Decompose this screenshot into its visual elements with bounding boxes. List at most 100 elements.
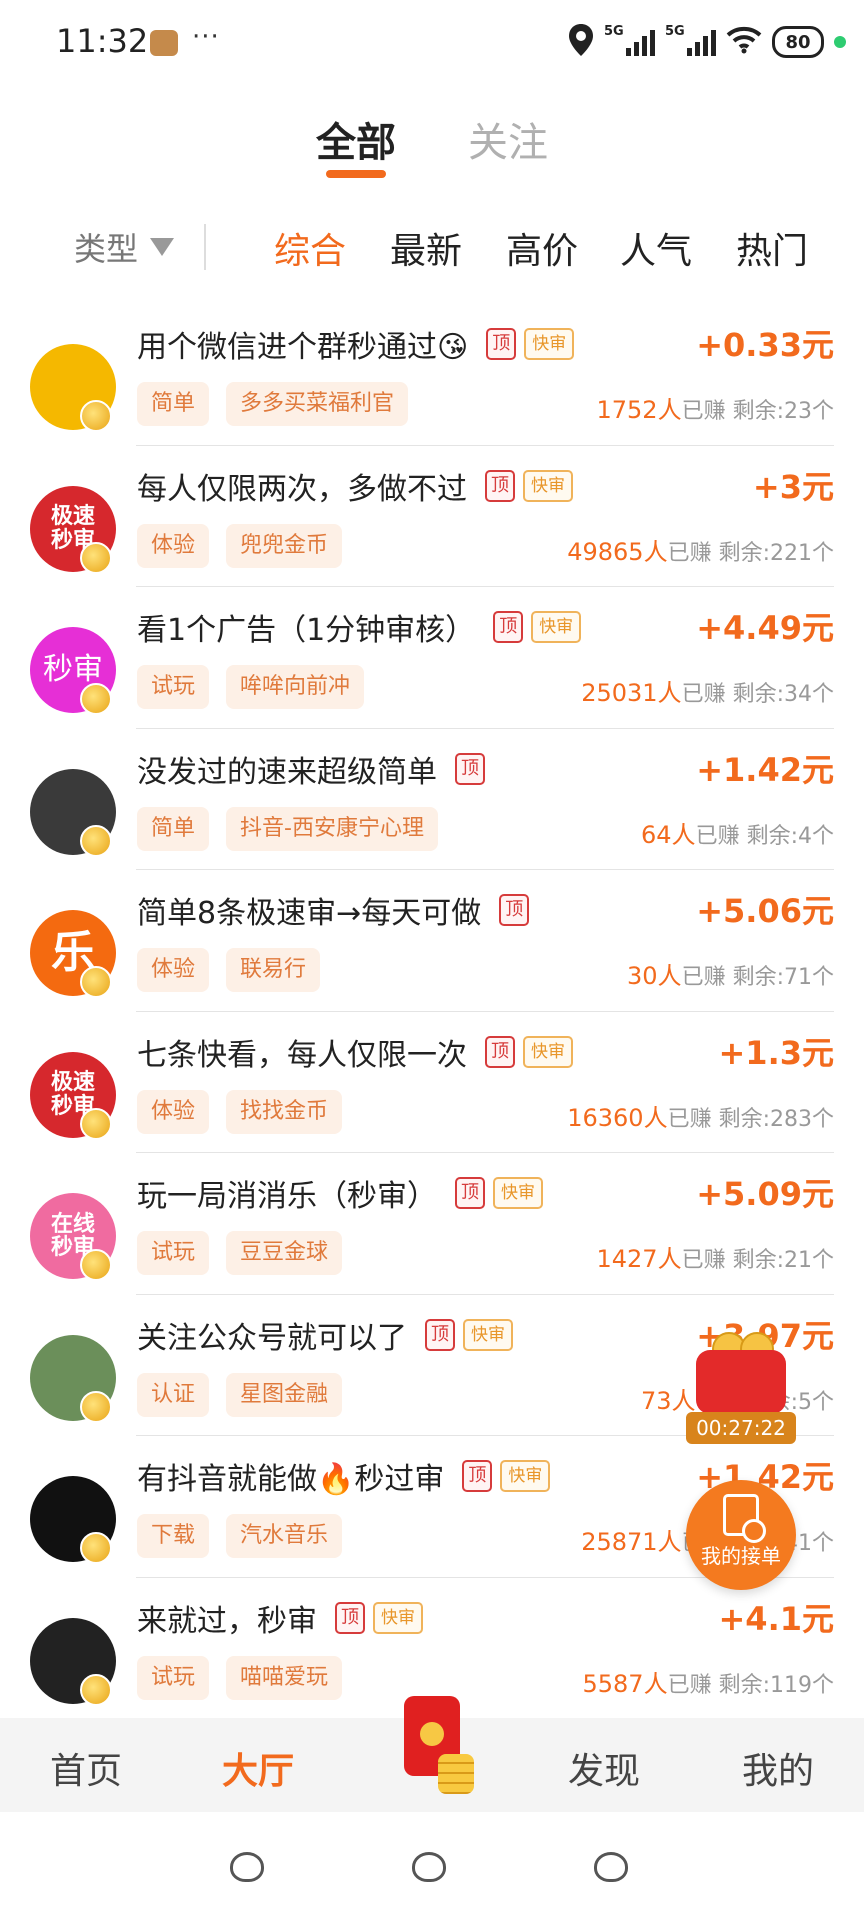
sort-latest[interactable]: 最新	[390, 222, 462, 274]
fast-review-tag: 快审	[523, 469, 573, 502]
remaining-count: 剩余:71个	[732, 965, 834, 990]
sort-high-price[interactable]: 高价	[506, 222, 578, 274]
task-row[interactable]: 乐简单8条极速审→每天可做顶 +5.06元 体验 联易行 30人已赚 剩余:71个	[0, 870, 864, 1012]
task-reward: +4.1元	[718, 1599, 834, 1638]
avatar-text: 秒审	[43, 652, 103, 688]
my-orders-button[interactable]: 我的接单	[686, 1480, 796, 1590]
merchant-chip: 豆豆金球	[226, 1231, 343, 1275]
tab-following[interactable]: 关注	[468, 110, 548, 168]
task-row[interactable]: 秒审 看1个广告（1分钟审核） 顶快审 +4.49元 试玩 哞哞向前冲 25031人已赚 剩…	[0, 587, 864, 729]
fast-review-tag: 快审	[500, 1460, 551, 1492]
order-document-icon	[723, 1494, 766, 1543]
status-bar: 11:32 ··· 5G 5G 80	[0, 0, 864, 88]
filter-bar: 类型 综合 最新 高价 人气 热门	[0, 216, 864, 278]
top-tag: 顶	[486, 328, 517, 360]
task-reward: +5.06元	[696, 892, 834, 930]
countdown-timer: 00:27:22	[686, 1412, 796, 1444]
merchant-chip: 汽水音乐	[226, 1514, 343, 1558]
remaining-count: 剩余:34个	[732, 682, 834, 707]
nav-mine[interactable]: 我的	[742, 1742, 814, 1794]
earned-label: 已赚	[681, 965, 726, 990]
task-row[interactable]: 极速秒审 七条快看，每人仅限一次顶快审 +1.3元 体验 找找金币 16360人已赚 剩余…	[0, 1012, 864, 1153]
merchant-chip: 找找金币	[226, 1089, 343, 1134]
task-stats: 1427人已赚 剩余:21个	[596, 1239, 834, 1274]
bottom-nav: 首页 大厅 发现 我的	[0, 1696, 864, 1812]
task-reward: +3元	[752, 467, 834, 506]
verified-badge-icon	[80, 1249, 112, 1281]
task-reward: +4.49元	[696, 609, 834, 647]
task-title: 没发过的速来超级简单	[137, 754, 437, 790]
earned-label: 已赚	[681, 682, 726, 707]
type-filter-label: 类型	[74, 230, 139, 268]
category-chip: 试玩	[137, 1655, 210, 1700]
category-chip: 体验	[137, 1089, 210, 1134]
earned-count: 73人	[641, 1386, 696, 1415]
system-app-icon-2[interactable]	[412, 1852, 446, 1882]
top-tabs: 全部 关注	[0, 110, 864, 190]
task-reward: +1.3元	[718, 1033, 834, 1072]
task-stats: 1752人已赚 剩余:23个	[596, 390, 834, 425]
task-title: 有抖音就能做🔥秒过审	[137, 1462, 445, 1497]
task-row[interactable]: 没发过的速来超级简单顶 +1.42元 简单 抖音-西安康宁心理 64人已赚 剩余:4个	[0, 729, 864, 870]
sort-popularity[interactable]: 人气	[620, 222, 692, 274]
fast-review-tag: 快审	[524, 328, 575, 360]
top-tag: 顶	[462, 1460, 493, 1492]
top-tag: 顶	[493, 611, 524, 643]
task-row[interactable]: 极速秒审 每人仅限两次，多做不过顶快审 +3元 体验 兜兜金币 49865人已赚 剩余:2…	[0, 446, 864, 587]
type-filter-dropdown[interactable]: 类型	[74, 224, 175, 270]
signal-icon: 5G	[604, 24, 655, 56]
nav-discover[interactable]: 发现	[568, 1742, 640, 1794]
category-chip: 体验	[137, 948, 210, 992]
remaining-count: 剩余:283个	[718, 1106, 834, 1132]
verified-badge-icon	[80, 1107, 112, 1140]
task-reward: +5.09元	[696, 1175, 834, 1213]
top-tag: 顶	[455, 1177, 485, 1209]
fast-review-tag: 快审	[373, 1601, 423, 1634]
task-title: 关注公众号就可以了	[137, 1320, 407, 1356]
merchant-chip: 兜兜金币	[226, 523, 343, 568]
nav-home[interactable]: 首页	[50, 1742, 122, 1794]
verified-badge-icon	[80, 400, 112, 432]
task-stats: 16360人已赚 剩余:283个	[567, 1098, 834, 1133]
my-orders-label: 我的接单	[701, 1544, 781, 1568]
sort-comprehensive[interactable]: 综合	[274, 222, 346, 274]
earned-count: 64人	[641, 820, 696, 849]
earned-label: 已赚	[667, 1672, 712, 1698]
top-tag: 顶	[425, 1318, 455, 1351]
top-tag: 顶	[485, 469, 515, 502]
earned-count: 1752人	[596, 396, 682, 424]
task-title: 每人仅限两次，多做不过	[137, 471, 467, 507]
remaining-count: 剩余:221个	[718, 540, 834, 566]
task-row[interactable]: 在线秒审 玩一局消消乐（秒审）顶快审 +5.09元 试玩 豆豆金球 1427人已赚 剩余:…	[0, 1153, 864, 1295]
indicator-dot	[834, 36, 846, 48]
task-row[interactable]: 用个微信进个群秒通过😘 顶快审 +0.33元 简单 多多买菜福利官 1752人已赚 剩余:…	[0, 304, 864, 446]
red-bag-icon	[696, 1350, 786, 1414]
earned-label: 已赚	[667, 540, 712, 566]
task-title: 看1个广告（1分钟审核）	[137, 613, 476, 648]
remaining-count: 剩余:4个	[746, 823, 834, 849]
task-reward: +0.33元	[696, 326, 834, 364]
remaining-count: 剩余:23个	[732, 399, 834, 424]
system-app-icon-1[interactable]	[230, 1852, 264, 1882]
fast-review-tag: 快审	[463, 1318, 513, 1351]
merchant-chip: 星图金融	[226, 1372, 343, 1417]
caret-down-icon	[150, 238, 175, 256]
earned-count: 25031人	[581, 679, 682, 707]
verified-badge-icon	[80, 541, 112, 574]
sort-hot[interactable]: 热门	[736, 222, 808, 274]
category-chip: 简单	[137, 806, 210, 851]
nav-red-envelope-button[interactable]	[378, 1696, 488, 1812]
earned-label: 已赚	[681, 399, 726, 424]
top-tag: 顶	[455, 752, 485, 785]
fast-review-tag: 快审	[493, 1177, 543, 1209]
system-app-icon-3[interactable]	[594, 1852, 628, 1882]
fast-review-tag: 快审	[531, 611, 582, 643]
earned-count: 1427人	[596, 1245, 682, 1273]
category-chip: 体验	[137, 523, 210, 568]
system-nav-bar	[0, 1812, 864, 1920]
nav-hall[interactable]: 大厅	[222, 1742, 294, 1794]
category-chip: 试玩	[137, 665, 210, 709]
red-envelope-bag-button[interactable]	[690, 1320, 800, 1420]
tab-all[interactable]: 全部	[316, 110, 396, 168]
app-notification-icon	[150, 30, 178, 56]
